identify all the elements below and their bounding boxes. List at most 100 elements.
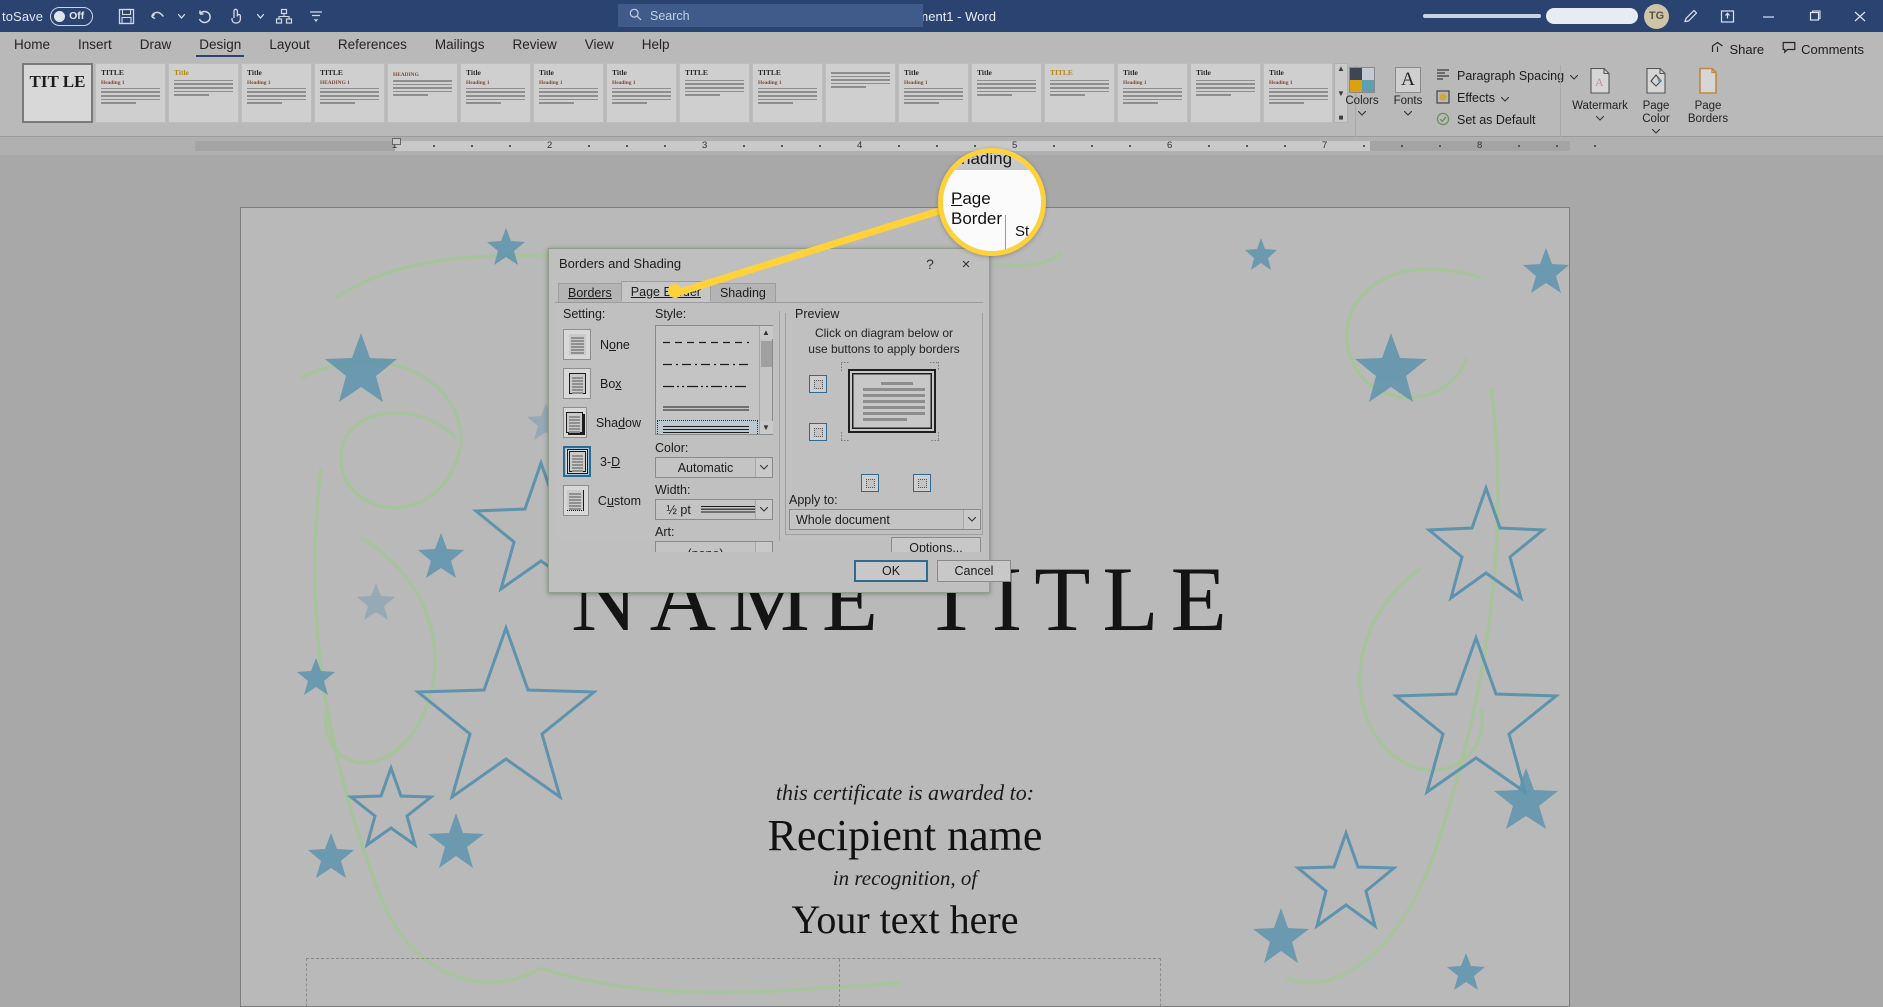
fonts-button[interactable]: A Fonts <box>1386 63 1430 119</box>
certificate-recipient-name[interactable]: Recipient name <box>241 810 1569 861</box>
setting-option-3d[interactable]: 3-D <box>563 442 641 481</box>
share-button[interactable]: Share <box>1704 39 1771 59</box>
tab-insert[interactable]: Insert <box>64 32 126 59</box>
certificate-your-text[interactable]: Your text here <box>241 896 1569 943</box>
right-border-button[interactable] <box>913 474 931 492</box>
setting-option-box[interactable]: Box <box>563 364 641 403</box>
width-dropdown[interactable]: ½ pt <box>655 499 773 520</box>
style-scroll-thumb[interactable] <box>760 341 772 367</box>
apply-to-dropdown[interactable]: Whole document <box>789 509 981 530</box>
page-color-button[interactable]: Page Color <box>1634 63 1678 137</box>
setting-option-custom[interactable]: Custom <box>563 481 641 520</box>
tab-design[interactable]: Design <box>185 32 255 59</box>
undo-chevron-down-icon[interactable] <box>175 3 188 29</box>
redo-icon[interactable] <box>190 3 220 29</box>
effects-chevron-down-icon[interactable] <box>1500 91 1510 105</box>
style-listbox[interactable]: ▲ ▼ <box>655 325 773 435</box>
search-box[interactable]: Search <box>618 4 923 27</box>
tab-references[interactable]: References <box>324 32 421 59</box>
style-scroll-up-icon[interactable]: ▲ <box>759 326 773 339</box>
tab-borders[interactable]: Borders <box>558 283 622 302</box>
watermark-button[interactable]: A Watermark <box>1572 63 1628 137</box>
indent-marker[interactable] <box>392 138 401 145</box>
ok-button[interactable]: OK <box>854 560 928 582</box>
certificate-table[interactable] <box>306 958 1161 1007</box>
tab-shading[interactable]: Shading <box>709 283 776 302</box>
style-set-thumbnail[interactable]: TITLE Heading 1 <box>95 63 166 123</box>
style-set-thumbnail[interactable]: Title <box>1190 63 1261 123</box>
style-set-thumbnail[interactable]: Title Heading 1 <box>606 63 677 123</box>
setting-option-shadow[interactable]: Shadow <box>563 403 641 442</box>
apply-to-chevron-down-icon[interactable] <box>963 510 980 529</box>
style-list-item[interactable] <box>656 353 759 375</box>
style-set-thumbnail[interactable]: HEADING <box>387 63 458 123</box>
tab-draw[interactable]: Draw <box>126 32 186 59</box>
horizontal-ruler[interactable]: 12345678 <box>0 137 1883 155</box>
left-border-button[interactable] <box>861 474 879 492</box>
style-set-thumbnail[interactable]: Title <box>168 63 239 123</box>
cancel-button[interactable]: Cancel <box>937 560 1011 582</box>
tab-layout[interactable]: Layout <box>255 32 324 59</box>
color-dropdown[interactable]: Automatic <box>655 457 773 478</box>
page-color-chevron-down-icon[interactable] <box>1651 125 1661 137</box>
avatar[interactable]: TG <box>1644 3 1669 29</box>
style-list-item[interactable] <box>656 375 759 397</box>
minimize-icon[interactable] <box>1745 0 1791 32</box>
close-icon[interactable]: × <box>951 253 981 275</box>
top-border-button[interactable] <box>809 375 827 393</box>
comments-button[interactable]: Comments <box>1775 39 1871 59</box>
style-set-thumbnail[interactable]: TIT LE <box>22 63 93 123</box>
bottom-border-button[interactable] <box>809 423 827 441</box>
style-list[interactable] <box>656 326 759 434</box>
certificate-in-recognition[interactable]: in recognition, of <box>241 866 1569 891</box>
colors-button[interactable]: Colors <box>1340 63 1384 119</box>
tab-view[interactable]: View <box>571 32 628 59</box>
style-set-thumbnail[interactable]: Title Heading 1 <box>898 63 969 123</box>
autosave-control[interactable]: toSave Off <box>2 6 94 26</box>
color-chevron-down-icon[interactable] <box>755 458 772 477</box>
style-set-thumbnail[interactable]: Title Heading 1 <box>1263 63 1332 123</box>
certificate-awarded-to[interactable]: this certificate is awarded to: <box>241 780 1569 806</box>
hierarchy-icon[interactable] <box>269 3 299 29</box>
table-cell-right[interactable] <box>840 959 1160 1007</box>
width-chevron-down-icon[interactable] <box>755 500 772 519</box>
style-set-thumbnail[interactable]: TITLE Heading 1 <box>752 63 823 123</box>
zoom-slider[interactable] <box>1418 0 1546 32</box>
tab-review[interactable]: Review <box>498 32 570 59</box>
watermark-chevron-down-icon[interactable] <box>1595 112 1605 124</box>
style-set-thumbnail[interactable]: TITLE <box>1044 63 1115 123</box>
colors-chevron-down-icon[interactable] <box>1357 107 1367 119</box>
tab-home[interactable]: Home <box>0 32 64 59</box>
style-set-thumbnail[interactable]: Title Heading 1 <box>241 63 312 123</box>
style-set-thumbnail[interactable]: TITLE HEADING 1 <box>314 63 385 123</box>
style-set-thumbnail[interactable]: Title Heading 1 <box>1117 63 1188 123</box>
autosave-toggle[interactable]: Off <box>50 6 94 26</box>
fonts-chevron-down-icon[interactable] <box>1403 107 1413 119</box>
tab-help[interactable]: Help <box>628 32 684 59</box>
table-cell-left[interactable] <box>307 959 840 1007</box>
style-list-item[interactable] <box>656 331 759 353</box>
maximize-icon[interactable] <box>1791 0 1837 32</box>
preview-diagram[interactable] <box>848 369 936 433</box>
ribbon-display-options-icon[interactable] <box>1709 0 1745 32</box>
tab-page-border[interactable]: Page Border <box>620 281 711 302</box>
style-scroll-down-icon[interactable]: ▼ <box>759 421 773 434</box>
page-borders-button[interactable]: Page Borders <box>1684 63 1732 137</box>
style-set-thumbnail[interactable]: TITLE <box>679 63 750 123</box>
style-list-item[interactable] <box>656 397 759 419</box>
document-formatting-gallery[interactable]: TIT LE TITLE Heading 1 Title Title Heading 1T… <box>22 63 1332 127</box>
touch-chevron-down-icon[interactable] <box>254 3 267 29</box>
touch-mode-icon[interactable] <box>222 3 252 29</box>
style-scrollbar[interactable]: ▲ ▼ <box>759 326 773 434</box>
tab-mailings[interactable]: Mailings <box>421 32 499 59</box>
style-set-thumbnail[interactable]: Title Heading 1 <box>460 63 531 123</box>
style-set-thumbnail[interactable]: Title Heading 1 <box>533 63 604 123</box>
style-set-thumbnail[interactable]: Title <box>971 63 1042 123</box>
setting-option-none[interactable]: None <box>563 325 641 364</box>
close-icon[interactable] <box>1837 0 1883 32</box>
undo-icon[interactable] <box>143 3 173 29</box>
customize-qat-icon[interactable] <box>301 3 331 29</box>
style-list-item[interactable] <box>656 419 759 434</box>
pen-icon[interactable] <box>1673 0 1709 32</box>
help-icon[interactable]: ? <box>917 253 943 275</box>
